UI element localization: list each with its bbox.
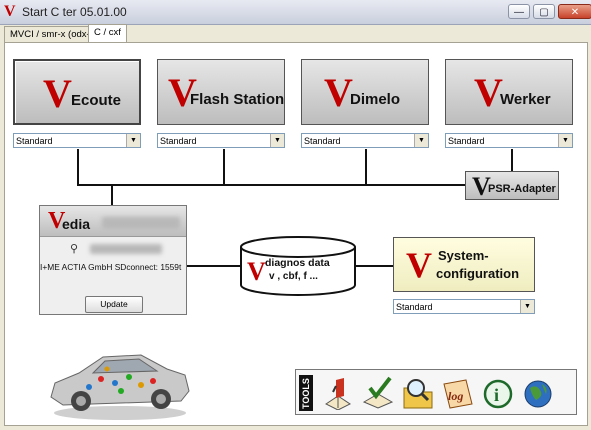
vehicle-image (50, 354, 190, 420)
minimize-button[interactable]: — (508, 4, 530, 19)
vedia-panel: V edia ⚲ I+ME ACTIA GmbH SDconnect: 1559… (39, 205, 187, 315)
werker-button[interactable]: V Werker (445, 59, 573, 125)
ecoute-dropdown-value: Standard (16, 136, 53, 146)
dimelo-dropdown[interactable]: Standard ▼ (301, 133, 429, 148)
svg-text:TOOLS: TOOLS (301, 378, 311, 409)
v-logo-icon: V (406, 245, 432, 285)
werker-dropdown-value: Standard (448, 136, 485, 146)
system-configuration-label-1: System- (438, 248, 489, 263)
redacted-text (102, 217, 180, 229)
title-bar[interactable]: V Start C ter 05.01.00 — ▢ ✕ (0, 0, 591, 25)
dimelo-button[interactable]: V Dimelo (301, 59, 429, 125)
psr-adapter-label: PSR-Adapter (488, 183, 556, 195)
werker-dropdown[interactable]: Standard ▼ (445, 133, 573, 148)
diagnostic-data-title: diagnos data (265, 257, 330, 269)
diagnostic-data-node[interactable]: V diagnos data v , cbf, f ... (239, 235, 357, 302)
v-logo-icon: V (324, 70, 353, 115)
connector-line (365, 149, 367, 185)
ecoute-dropdown[interactable]: Standard ▼ (13, 133, 141, 148)
flash-station-label: Flash Station (190, 91, 285, 108)
device-label: I+ME ACTIA GmbH SDconnect: 1559t (40, 262, 182, 272)
v-logo-icon: V (474, 70, 503, 115)
checklist-icon[interactable] (362, 374, 394, 410)
redacted-text (90, 244, 162, 254)
connector-line (187, 265, 241, 267)
tab-cxf[interactable]: C / cxf (88, 24, 127, 42)
svg-text:i: i (494, 385, 499, 405)
close-button[interactable]: ✕ (558, 4, 591, 19)
v-logo-icon: V (247, 257, 266, 286)
folder-search-icon[interactable] (402, 374, 434, 410)
chevron-down-icon[interactable]: ▼ (558, 134, 572, 147)
maximize-button[interactable]: ▢ (533, 4, 555, 19)
connector-line (111, 184, 113, 205)
globe-icon[interactable] (522, 374, 554, 410)
ecoute-button[interactable]: V Ecoute (13, 59, 141, 125)
update-button[interactable]: Update (85, 296, 143, 313)
tools-bar: TOOLS log i (295, 369, 577, 415)
ecoute-label: Ecoute (71, 92, 122, 109)
dimelo-dropdown-value: Standard (304, 136, 341, 146)
flash-station-dropdown-value: Standard (160, 136, 197, 146)
system-configuration-label-2: configuration (436, 266, 520, 281)
main-panel: V Ecoute Standard ▼ V Flash Station Stan… (4, 42, 588, 426)
psr-adapter-button[interactable]: V PSR-Adapter (465, 171, 559, 201)
flash-station-dropdown[interactable]: Standard ▼ (157, 133, 285, 148)
flash-station-button[interactable]: V Flash Station (157, 59, 285, 125)
chevron-down-icon[interactable]: ▼ (126, 134, 140, 147)
application-window: V Start C ter 05.01.00 — ▢ ✕ MVCI / smr-… (0, 0, 591, 430)
system-configuration-button[interactable]: V System- configuration (393, 237, 535, 292)
dimelo-label: Dimelo (350, 91, 401, 108)
info-icon[interactable]: i (482, 374, 514, 410)
system-configuration-dropdown-value: Standard (396, 302, 433, 312)
magnifier-icon: ⚲ (70, 243, 79, 255)
tools-label-graphic: TOOLS (299, 375, 313, 411)
app-logo: V (4, 3, 16, 20)
log-icon[interactable]: log (442, 374, 474, 410)
vedia-title: edia (62, 216, 91, 232)
werker-label: Werker (500, 91, 551, 108)
manual-book-icon[interactable] (322, 374, 354, 411)
window-title: Start C ter 05.01.00 (22, 5, 127, 19)
connector-line (77, 184, 467, 186)
connector-line (511, 149, 513, 171)
v-logo-icon: V (43, 71, 72, 116)
svg-text:log: log (448, 389, 463, 403)
chevron-down-icon[interactable]: ▼ (414, 134, 428, 147)
diagnostic-data-subtitle: v , cbf, f ... (269, 271, 318, 282)
connector-line (223, 149, 225, 185)
connector-line (77, 149, 79, 185)
chevron-down-icon[interactable]: ▼ (520, 300, 534, 313)
system-configuration-dropdown[interactable]: Standard ▼ (393, 299, 535, 314)
vedia-header: V edia (40, 206, 186, 237)
connector-line (355, 265, 393, 267)
chevron-down-icon[interactable]: ▼ (270, 134, 284, 147)
